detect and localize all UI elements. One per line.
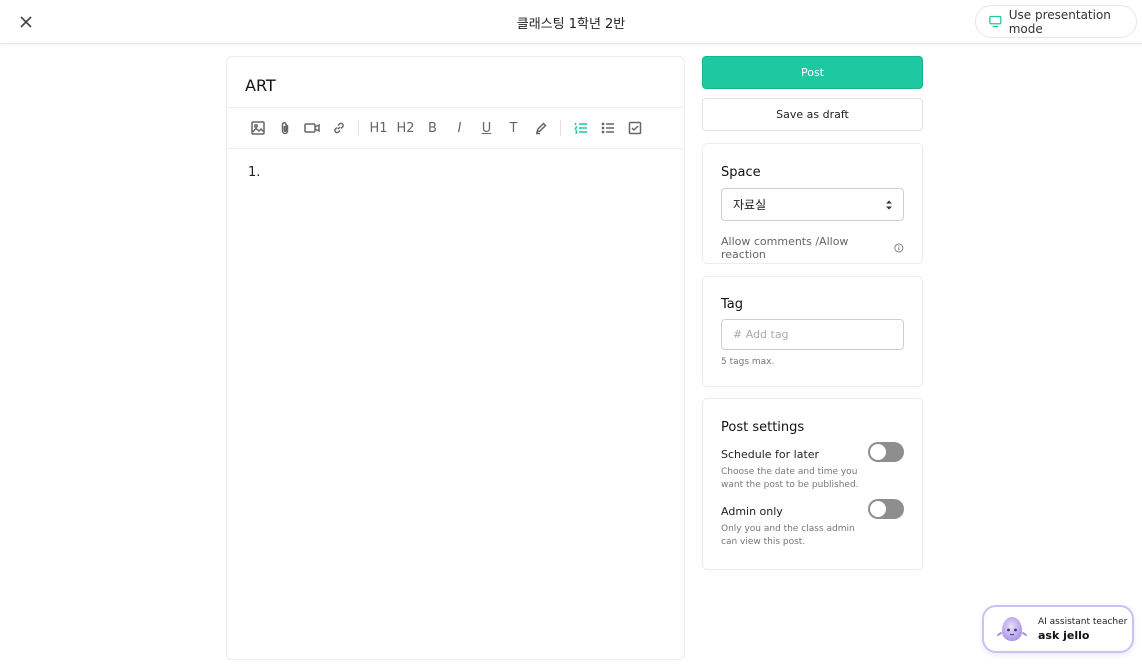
list-item-number: 1.: [248, 165, 261, 180]
post-editor: ART H1 H2 B I U T 1.: [226, 56, 685, 660]
page-title: 클래스팅 1학년 2반: [516, 17, 626, 32]
toolbar-divider: [358, 120, 359, 136]
underline-button[interactable]: U: [473, 116, 500, 140]
top-bar: 클래스팅 1학년 2반 Use presentation mode: [0, 0, 1142, 44]
tag-card: Tag 5 tags max.: [702, 276, 923, 387]
link-icon[interactable]: [325, 116, 352, 140]
admin-only-toggle[interactable]: [868, 499, 904, 519]
ordered-list-icon[interactable]: [567, 116, 594, 140]
ai-assistant-name: ask jello: [1038, 628, 1090, 642]
select-arrows-icon: [886, 200, 892, 210]
space-select[interactable]: 자료실: [721, 188, 904, 221]
post-settings-title: Post settings: [721, 420, 805, 435]
admin-only-setting: Admin only Only you and the class admin …: [721, 499, 904, 549]
presentation-mode-label: Use presentation mode: [1008, 7, 1111, 36]
image-icon[interactable]: [244, 116, 271, 140]
info-icon[interactable]: [894, 243, 904, 253]
ai-assistant-subtitle: AI assistant teacher: [1038, 616, 1128, 627]
clear-format-button[interactable]: T: [500, 116, 527, 140]
schedule-toggle[interactable]: [868, 442, 904, 462]
schedule-setting: Schedule for later Choose the date and t…: [721, 442, 904, 492]
post-button[interactable]: Post: [702, 56, 923, 89]
tag-hint: 5 tags max.: [721, 357, 775, 367]
post-body-editor[interactable]: 1.: [227, 149, 684, 180]
checklist-icon[interactable]: [621, 116, 648, 140]
space-selected-value: 자료실: [733, 198, 767, 212]
highlight-icon[interactable]: [527, 116, 554, 140]
ai-assistant-button[interactable]: AI assistant teacher ask jello: [982, 605, 1134, 653]
post-title-input[interactable]: ART: [227, 57, 684, 108]
bold-button[interactable]: B: [419, 116, 446, 140]
space-card: Space 자료실 Allow comments /Allow reaction: [702, 143, 923, 264]
video-icon[interactable]: [298, 116, 325, 140]
tag-input[interactable]: [721, 319, 904, 350]
toolbar-divider: [560, 120, 561, 136]
heading-2-button[interactable]: H2: [392, 116, 419, 140]
toggle-knob: [870, 501, 886, 517]
admin-only-description: Only you and the class admin can view th…: [721, 524, 855, 547]
allow-text: Allow comments /Allow reaction: [721, 235, 849, 261]
schedule-description: Choose the date and time you want the po…: [721, 467, 859, 490]
space-title: Space: [721, 165, 761, 180]
italic-button[interactable]: I: [446, 116, 473, 140]
bullet-list-icon[interactable]: [594, 116, 621, 140]
allow-comments-reaction[interactable]: Allow comments /Allow reaction: [721, 235, 904, 261]
heading-1-button[interactable]: H1: [365, 116, 392, 140]
monitor-icon: [989, 15, 1002, 28]
tag-title: Tag: [721, 297, 744, 312]
editor-toolbar: H1 H2 B I U T: [227, 108, 684, 149]
save-draft-button[interactable]: Save as draft: [702, 98, 923, 131]
attachment-icon[interactable]: [271, 116, 298, 140]
toggle-knob: [870, 444, 886, 460]
presentation-mode-button[interactable]: Use presentation mode: [975, 5, 1137, 38]
jello-mascot-icon: [997, 617, 1027, 641]
post-settings-card: Post settings Schedule for later Choose …: [702, 398, 923, 570]
